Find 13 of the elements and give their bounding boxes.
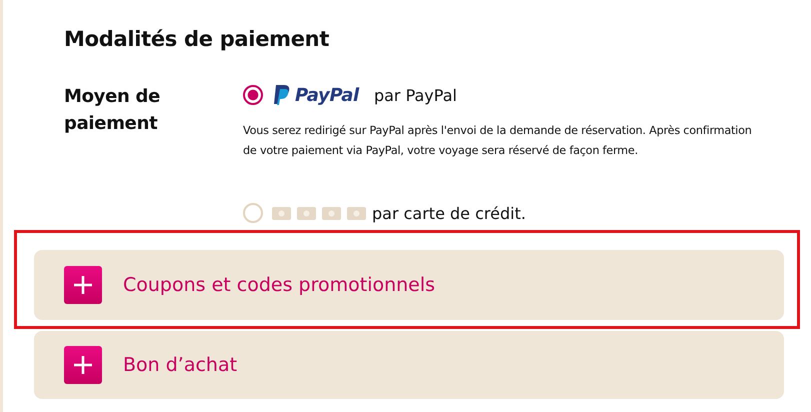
radio-button[interactable] bbox=[243, 85, 263, 105]
credit-card-icon bbox=[322, 206, 341, 220]
accordion-header[interactable]: Bon d’achat bbox=[34, 331, 784, 399]
option-label: par PayPal bbox=[374, 86, 457, 104]
accordion-header[interactable]: Coupons et codes promotionnels bbox=[34, 250, 784, 320]
credit-card-icon bbox=[297, 206, 316, 220]
credit-card-icon bbox=[347, 206, 366, 220]
option-description: Vous serez redirigé sur PayPal après l'envoi de la demande de réservation. Après confirmation de votre paiement via PayPal, votre voyage sera réservé de façon ferme. bbox=[243, 123, 753, 159]
section-title: Modalités de paiement bbox=[64, 27, 330, 51]
paypal-logo: PayPal bbox=[272, 84, 359, 106]
credit-card-icon bbox=[272, 206, 291, 220]
field-label: Moyen de paiement bbox=[64, 85, 161, 136]
option-label: par carte de crédit. bbox=[372, 204, 526, 222]
